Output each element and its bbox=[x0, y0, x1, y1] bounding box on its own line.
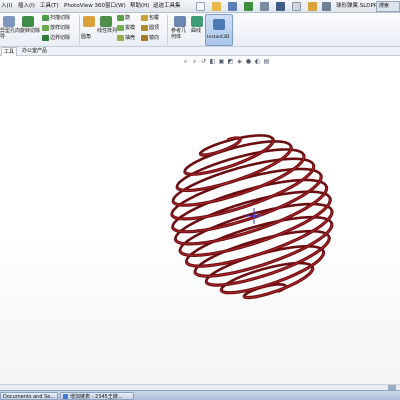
new-document-icon[interactable] bbox=[196, 2, 205, 11]
hole-wizard-button[interactable]: 异型孔向导 bbox=[0, 28, 20, 40]
draft-label: 拔模 bbox=[125, 25, 136, 31]
search-box[interactable]: 搜索 bbox=[376, 1, 400, 12]
shell-icon bbox=[117, 35, 124, 41]
boundary-cut-icon bbox=[42, 35, 49, 41]
instant3d-button[interactable]: Instant3D bbox=[205, 14, 233, 46]
spring-coil-front bbox=[199, 136, 242, 157]
command-manager-ribbon: 异型孔向导 旋转切除 扫描切除 放样切除 边界切除 圆角 线性阵列 筋 拔模 抽… bbox=[0, 13, 400, 47]
sweep-cut-button[interactable]: 扫描切除 bbox=[42, 15, 70, 21]
menu-insert[interactable]: 插入(I) bbox=[18, 2, 35, 11]
origin-marker bbox=[246, 208, 262, 224]
revolve-cut-icon bbox=[22, 16, 34, 27]
linear-pattern-button[interactable]: 线性阵列 bbox=[97, 28, 117, 34]
menu-insert-partial[interactable]: 入(I) bbox=[1, 2, 12, 11]
curves-icon bbox=[191, 16, 203, 27]
shell-button[interactable]: 抽壳 bbox=[117, 35, 135, 41]
reference-geometry-button[interactable]: 参考几何体 bbox=[171, 28, 188, 40]
document-title: 球形弹簧.SLDPRT bbox=[336, 3, 381, 9]
rib-label: 筋 bbox=[125, 15, 131, 21]
menu-bar: 入(I) 插入(I) 工具(T) PhotoView 360 窗口(W) 帮助(… bbox=[0, 0, 400, 13]
boundary-cut-button[interactable]: 边界切除 bbox=[42, 35, 70, 41]
sweep-cut-icon bbox=[42, 15, 49, 21]
wrap-button[interactable]: 包覆 bbox=[141, 15, 159, 21]
spring-coil-front bbox=[183, 137, 275, 176]
mirror-icon bbox=[141, 35, 148, 41]
draft-button[interactable]: 拔模 bbox=[117, 25, 135, 31]
save-icon[interactable] bbox=[228, 2, 237, 11]
fillet-button[interactable]: 圆角 bbox=[81, 34, 91, 40]
graphics-viewport[interactable]: ⌕ ⌕ ↺ ◧ ▣ ◩ ◈ ● ◐ ▤ bbox=[0, 56, 400, 384]
draft-icon bbox=[117, 25, 124, 31]
undo-icon[interactable] bbox=[260, 2, 269, 11]
curves-button[interactable]: 曲线 bbox=[191, 28, 201, 34]
shell-label: 抽壳 bbox=[125, 35, 136, 41]
revolve-cut-button[interactable]: 旋转切除 bbox=[20, 28, 40, 34]
hole-wizard-icon bbox=[3, 16, 15, 27]
mirror-button[interactable]: 镜向 bbox=[141, 35, 159, 41]
rebuild-icon[interactable] bbox=[292, 2, 301, 11]
open-folder-icon[interactable] bbox=[212, 2, 221, 11]
fillet-icon bbox=[83, 16, 95, 27]
options-icon[interactable] bbox=[308, 2, 317, 11]
spherical-spring-model[interactable] bbox=[0, 56, 400, 384]
taskbar-item-label: Documents and Se... bbox=[3, 394, 56, 400]
menu-tools[interactable]: 工具(T) bbox=[40, 2, 59, 11]
menu-window[interactable]: 窗口(W) bbox=[105, 2, 126, 11]
dome-icon bbox=[141, 25, 148, 31]
tab-tools[interactable]: 工具 bbox=[1, 47, 18, 56]
menu-help[interactable]: 帮助(H) bbox=[130, 2, 149, 11]
ribbon-divider bbox=[167, 15, 168, 45]
print-icon[interactable] bbox=[244, 2, 253, 11]
loft-cut-icon bbox=[42, 25, 49, 31]
rib-button[interactable]: 筋 bbox=[117, 15, 130, 21]
taskbar-item-browser[interactable]: 增加链表 - 2345王牌... bbox=[60, 392, 134, 400]
wrap-label: 包覆 bbox=[149, 15, 160, 21]
dropdown-icon[interactable] bbox=[322, 2, 331, 11]
instant3d-icon bbox=[213, 19, 225, 30]
tab-office-products[interactable]: 办公室产品 bbox=[20, 47, 49, 56]
boundary-cut-label: 边界切除 bbox=[50, 35, 71, 41]
dome-button[interactable]: 圆顶 bbox=[141, 25, 159, 31]
spring-coil-highlight bbox=[184, 138, 274, 175]
loft-cut-button[interactable]: 放样切除 bbox=[42, 25, 70, 31]
rib-icon bbox=[117, 15, 124, 21]
reference-geometry-icon bbox=[174, 16, 186, 27]
select-icon[interactable] bbox=[276, 2, 285, 11]
taskbar-item-explorer[interactable]: Documents and Se... bbox=[0, 392, 58, 400]
dome-label: 圆顶 bbox=[149, 25, 160, 31]
taskbar-item-label: 增加链表 - 2345王牌... bbox=[70, 394, 123, 400]
os-taskbar: Documents and Se... 增加链表 - 2345王牌... bbox=[0, 390, 400, 400]
sweep-cut-label: 扫描切除 bbox=[50, 15, 71, 21]
loft-cut-label: 放样切除 bbox=[50, 25, 71, 31]
mirror-label: 镜向 bbox=[149, 35, 160, 41]
instant3d-label: Instant3D bbox=[207, 35, 230, 40]
menu-trace-tools[interactable]: 巡迹工具集 bbox=[153, 2, 181, 11]
ribbon-divider bbox=[79, 15, 80, 45]
wrap-icon bbox=[141, 15, 148, 21]
menu-photoview[interactable]: PhotoView 360 bbox=[64, 2, 105, 11]
browser-icon bbox=[63, 394, 68, 399]
linear-pattern-icon bbox=[100, 16, 112, 27]
command-tab-strip: 工具 办公室产品 bbox=[0, 47, 400, 56]
